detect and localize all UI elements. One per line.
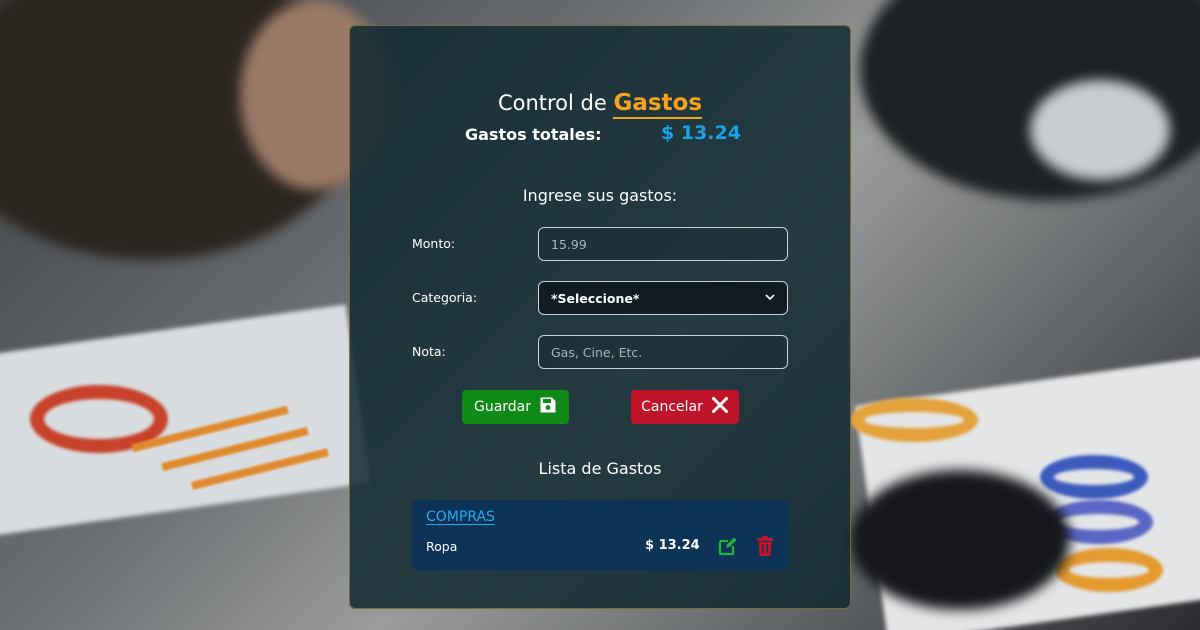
category-select[interactable]: *Seleccione* [538,281,788,315]
expense-group-card: COMPRAS Ropa $ 13.24 [412,500,789,570]
app-title-accent: Gastos [613,90,703,119]
amount-input[interactable]: 15.99 [538,227,788,261]
app-title-prefix: Control de [497,91,607,115]
floppy-disk-icon [539,396,557,418]
close-icon [711,396,729,418]
total-value: $ 13.24 [661,122,741,144]
note-label: Nota: [412,344,446,359]
amount-label: Monto: [412,236,456,251]
cancel-button-label: Cancelar [641,399,703,415]
list-heading: Lista de Gastos [538,459,662,478]
category-label: Categoria: [412,290,478,305]
trash-icon[interactable] [755,535,775,557]
expense-group-title[interactable]: COMPRAS [426,509,495,525]
save-button[interactable]: Guardar [462,390,569,424]
expense-item-name: Ropa [426,539,458,554]
note-placeholder: Gas, Cine, Etc. [551,344,643,360]
app-title: Control de Gastos [350,90,850,119]
amount-placeholder: 15.99 [551,236,587,252]
save-button-label: Guardar [473,399,532,415]
cancel-button[interactable]: Cancelar [631,390,739,424]
edit-icon[interactable] [717,535,739,557]
total-label: Gastos totales: [465,125,602,144]
chevron-down-icon [765,293,775,304]
note-input[interactable]: Gas, Cine, Etc. [538,335,788,369]
form-heading: Ingrese sus gastos: [522,186,678,205]
category-selected-value: *Seleccione* [551,290,640,306]
expense-panel: Control de Gastos Gastos totales: $ 13.2… [349,25,851,609]
expense-item-amount: $ 13.24 [645,538,700,553]
